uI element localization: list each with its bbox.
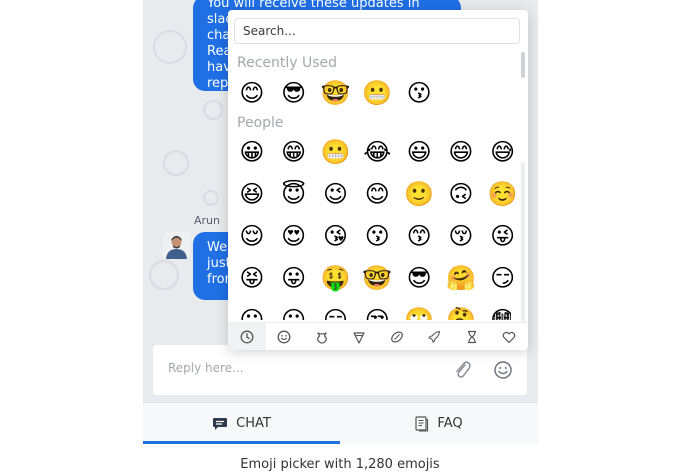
reply-box[interactable]: Reply here... (153, 345, 527, 395)
emoji-item[interactable]: 😘 (315, 215, 357, 257)
people-grid: 😀 😁 😬 😂 😃 😄 😅 😆 😇 😉 😊 🙂 🙃 ☺️ 😌 😍 😘 😗 😙 😚… (231, 131, 517, 299)
emoji-item[interactable]: 😶 (231, 306, 273, 320)
emoji-item[interactable]: 🤓 (356, 257, 398, 299)
emoji-item[interactable]: 🙂 (398, 173, 440, 215)
objects-icon (467, 330, 476, 344)
emoji-item[interactable]: 😊 (231, 72, 273, 114)
smiley-icon (277, 330, 291, 344)
emoji-item[interactable]: 😆 (231, 173, 273, 215)
category-label-recently-used: Recently Used (237, 55, 338, 71)
emoji-item[interactable]: 😚 (440, 215, 482, 257)
food-icon (353, 332, 365, 344)
emoji-item[interactable]: 😀 (231, 131, 273, 173)
emoji-item[interactable]: 😜 (482, 215, 524, 257)
tab-people[interactable] (266, 323, 304, 350)
emoji-item[interactable]: 😗 (356, 215, 398, 257)
chat-icon (213, 417, 228, 430)
category-label-people: People (237, 115, 284, 131)
tab-chat-label: CHAT (236, 416, 271, 431)
bottom-nav: CHAT FAQ (143, 402, 538, 444)
emoji-item[interactable]: 😌 (231, 215, 273, 257)
emoji-item[interactable]: 😍 (273, 215, 315, 257)
sender-name: Arun (194, 214, 220, 227)
tab-objects[interactable] (453, 323, 491, 350)
emoji-item[interactable]: 😎 (398, 257, 440, 299)
animal-icon (316, 332, 327, 344)
tab-food[interactable] (341, 323, 379, 350)
emoji-search-input[interactable] (234, 18, 520, 44)
travel-icon (428, 330, 441, 343)
tab-faq-label: FAQ (437, 416, 463, 431)
emoji-item[interactable]: 😁 (273, 131, 315, 173)
emoji-item[interactable]: 😏 (482, 257, 524, 299)
emoji-item[interactable]: 😅 (482, 131, 524, 173)
tab-symbols[interactable] (491, 323, 529, 350)
emoji-item[interactable]: 😝 (231, 257, 273, 299)
background-doodle (203, 100, 223, 120)
emoji-item[interactable]: 😛 (273, 257, 315, 299)
recently-used-grid: 😊 😎 🤓 😬 😗 (231, 72, 511, 114)
emoji-item[interactable]: 🤔 (440, 306, 482, 320)
symbols-icon (502, 331, 516, 344)
people-grid-partial-row: 😶 😐 😑 😒 🙄 🤔 😳 (231, 306, 511, 320)
avatar[interactable] (163, 232, 190, 259)
emoji-item[interactable]: 😎 (273, 72, 315, 114)
document-icon (415, 415, 429, 432)
emoji-item[interactable]: 😑 (315, 306, 357, 320)
scrollbar-thumb[interactable] (521, 52, 525, 78)
tab-activity[interactable] (378, 323, 416, 350)
emoji-item[interactable]: 😬 (356, 72, 398, 114)
emoji-item[interactable]: 😒 (356, 306, 398, 320)
emoji-item[interactable]: 🤑 (315, 257, 357, 299)
emoji-category-tabs (228, 322, 528, 350)
background-doodle (203, 190, 219, 206)
sports-icon (390, 331, 403, 343)
tab-recent[interactable] (228, 323, 266, 350)
emoji-item[interactable]: 🤓 (315, 72, 357, 114)
attachment-icon[interactable] (453, 360, 471, 380)
caption: Emoji picker with 1,280 emojis (240, 457, 440, 472)
emoji-item[interactable]: 😙 (398, 215, 440, 257)
tab-faq[interactable]: FAQ (340, 403, 538, 444)
emoji-item[interactable]: 😊 (356, 173, 398, 215)
emoji-item[interactable]: 😉 (315, 173, 357, 215)
emoji-item[interactable]: 😗 (398, 72, 440, 114)
emoji-item[interactable]: 😄 (440, 131, 482, 173)
reply-input[interactable]: Reply here... (168, 361, 244, 375)
tab-nature[interactable] (303, 323, 341, 350)
active-tab-indicator (143, 441, 340, 444)
emoji-item[interactable]: 😃 (398, 131, 440, 173)
emoji-item[interactable]: 🙄 (398, 306, 440, 320)
avatar-person-icon (163, 232, 190, 259)
clock-icon (240, 330, 254, 344)
tab-travel[interactable] (416, 323, 454, 350)
emoji-item[interactable]: 😇 (273, 173, 315, 215)
background-doodle (153, 30, 187, 64)
emoji-item[interactable]: ☺️ (482, 173, 524, 215)
emoji-toggle-icon[interactable] (493, 360, 513, 380)
emoji-item[interactable]: 🤗 (440, 257, 482, 299)
emoji-item[interactable]: 😳 (482, 306, 511, 320)
background-doodle (149, 260, 179, 290)
emoji-picker: Recently Used 😊 😎 🤓 😬 😗 People 😀 😁 😬 😂 😃… (228, 10, 528, 350)
emoji-item[interactable]: 😂 (356, 131, 398, 173)
background-doodle (163, 150, 189, 176)
emoji-item[interactable]: 😬 (315, 131, 357, 173)
emoji-item[interactable]: 🙃 (440, 173, 482, 215)
tab-chat[interactable]: CHAT (143, 403, 340, 444)
emoji-item[interactable]: 😐 (273, 306, 315, 320)
